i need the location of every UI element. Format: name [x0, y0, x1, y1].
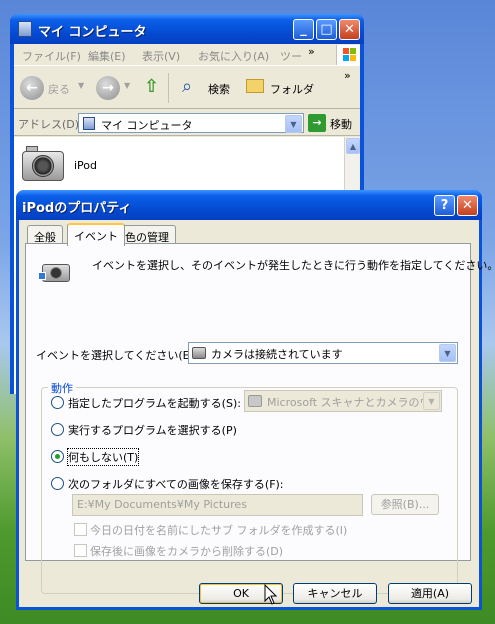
up-folder-icon[interactable]: ⇧	[144, 76, 159, 97]
menu-tools[interactable]: ツー	[280, 48, 302, 64]
computer-icon	[83, 117, 95, 130]
folders-label[interactable]: フォルダ	[270, 81, 314, 97]
dialog-titlebar[interactable]: iPodのプロパティ ? ✕	[16, 190, 482, 220]
folder-path-value: E:¥My Documents¥My Pictures	[77, 498, 247, 511]
mouse-cursor-icon	[264, 584, 278, 605]
menu-file[interactable]: ファイル(F)	[22, 48, 81, 64]
forward-arrow-icon[interactable]: →	[96, 76, 120, 100]
radio-save-all[interactable]	[51, 477, 64, 490]
computer-icon	[18, 21, 32, 37]
menu-bar: ファイル(F) 編集(E) 表示(V) お気に入り(A) ツー »	[14, 44, 360, 66]
back-arrow-icon[interactable]: ←	[20, 76, 44, 100]
back-dropdown-icon[interactable]: ▼	[78, 81, 84, 90]
program-dropdown-icon[interactable]: ▼	[423, 392, 440, 410]
event-select[interactable]: カメラは接続されています ▼	[188, 342, 458, 364]
menu-favorites[interactable]: お気に入り(A)	[198, 48, 269, 64]
dialog-title: iPodのプロパティ	[22, 201, 132, 216]
menu-view[interactable]: 表示(V)	[142, 48, 180, 64]
go-label: 移動	[330, 118, 352, 131]
event-dropdown-icon[interactable]: ▼	[439, 344, 456, 362]
address-value: マイ コンピュータ	[101, 119, 193, 132]
go-button[interactable]: → 移動	[308, 113, 356, 133]
radio-start-program[interactable]	[51, 396, 64, 409]
go-arrow-icon: →	[308, 114, 326, 132]
radio-choose-program[interactable]	[51, 423, 64, 436]
windows-logo-icon	[336, 45, 360, 65]
tab-events[interactable]: イベント	[67, 223, 125, 246]
maximize-button[interactable]: □	[316, 19, 337, 40]
back-label[interactable]: 戻る	[48, 81, 70, 97]
event-select-value: カメラは接続されています	[211, 348, 343, 361]
address-label: アドレス(D)	[18, 118, 80, 131]
toolbar: ← 戻る ▼ → ▼ ⇧ ⌕ 検索 フォルダ »	[14, 67, 360, 109]
do-nothing-label[interactable]: 何もしない(T)	[66, 448, 140, 466]
radio-do-nothing[interactable]	[51, 450, 64, 463]
action-group-label: 動作	[48, 380, 76, 396]
dialog-body: 全般 イベント 色の管理 イベントを選択し、そのイベントが発生したときに行う動作…	[19, 220, 495, 607]
dialog-close-button[interactable]: ✕	[457, 195, 478, 216]
address-input[interactable]: マイ コンピュータ ▼	[78, 113, 304, 133]
program-select[interactable]: Microsoft スキャナとカメラのウィザ ▼	[244, 390, 442, 412]
folder-path-field[interactable]: E:¥My Documents¥My Pictures	[72, 494, 363, 516]
my-computer-titlebar[interactable]: マイ コンピュータ _ □ ✕	[10, 14, 364, 44]
help-button[interactable]: ?	[434, 195, 455, 216]
apply-button[interactable]: 適用(A)	[388, 583, 472, 604]
minimize-button[interactable]: _	[293, 19, 314, 40]
toolbar-more-icon[interactable]: »	[344, 69, 351, 82]
camera-icon	[192, 347, 206, 359]
scanner-icon	[248, 395, 262, 407]
event-select-label: イベントを選択してください(E):	[36, 349, 198, 362]
address-bar: アドレス(D) マイ コンピュータ ▼ → 移動	[14, 110, 360, 136]
events-panel: イベントを選択し、そのイベントが発生したときに行う動作を指定してください。 イベ…	[25, 243, 495, 594]
save-all-label[interactable]: 次のフォルダにすべての画像を保存する(F):	[68, 476, 284, 492]
browse-button[interactable]: 参照(B)...	[371, 494, 439, 515]
choose-program-label[interactable]: 実行するプログラムを選択する(P)	[68, 422, 237, 438]
ipod-item-label[interactable]: iPod	[74, 159, 97, 172]
delete-after-checkbox[interactable]	[74, 544, 87, 557]
toolbar-divider	[168, 73, 169, 103]
menu-edit[interactable]: 編集(E)	[88, 48, 126, 64]
scroll-up-icon[interactable]: ▲	[346, 138, 360, 154]
menu-more-icon[interactable]: »	[308, 45, 315, 58]
close-button[interactable]: ✕	[339, 19, 360, 40]
window-title: マイ コンピュータ	[38, 25, 147, 40]
delete-after-label[interactable]: 保存後に画像をカメラから削除する(D)	[90, 543, 283, 559]
subfolder-label[interactable]: 今日の日付を名前にしたサブ フォルダを作成する(I)	[90, 522, 347, 538]
search-icon[interactable]: ⌕	[182, 76, 192, 97]
camera-device-icon	[38, 258, 74, 284]
properties-dialog: iPodのプロパティ ? ✕ 全般 イベント 色の管理 イベントを選択し、そのイ…	[16, 190, 495, 610]
folders-icon[interactable]	[246, 79, 264, 93]
forward-dropdown-icon[interactable]: ▼	[124, 81, 130, 90]
address-dropdown-icon[interactable]: ▼	[285, 115, 302, 133]
search-label[interactable]: 検索	[208, 81, 230, 97]
subfolder-checkbox[interactable]	[74, 523, 87, 536]
ipod-camera-icon[interactable]	[20, 143, 66, 185]
events-description: イベントを選択し、そのイベントが発生したときに行う動作を指定してください。	[92, 259, 495, 272]
cancel-button[interactable]: キャンセル	[293, 583, 377, 604]
program-select-value: Microsoft スキャナとカメラのウィザ	[267, 396, 423, 409]
start-program-label[interactable]: 指定したプログラムを起動する(S):	[68, 395, 241, 411]
